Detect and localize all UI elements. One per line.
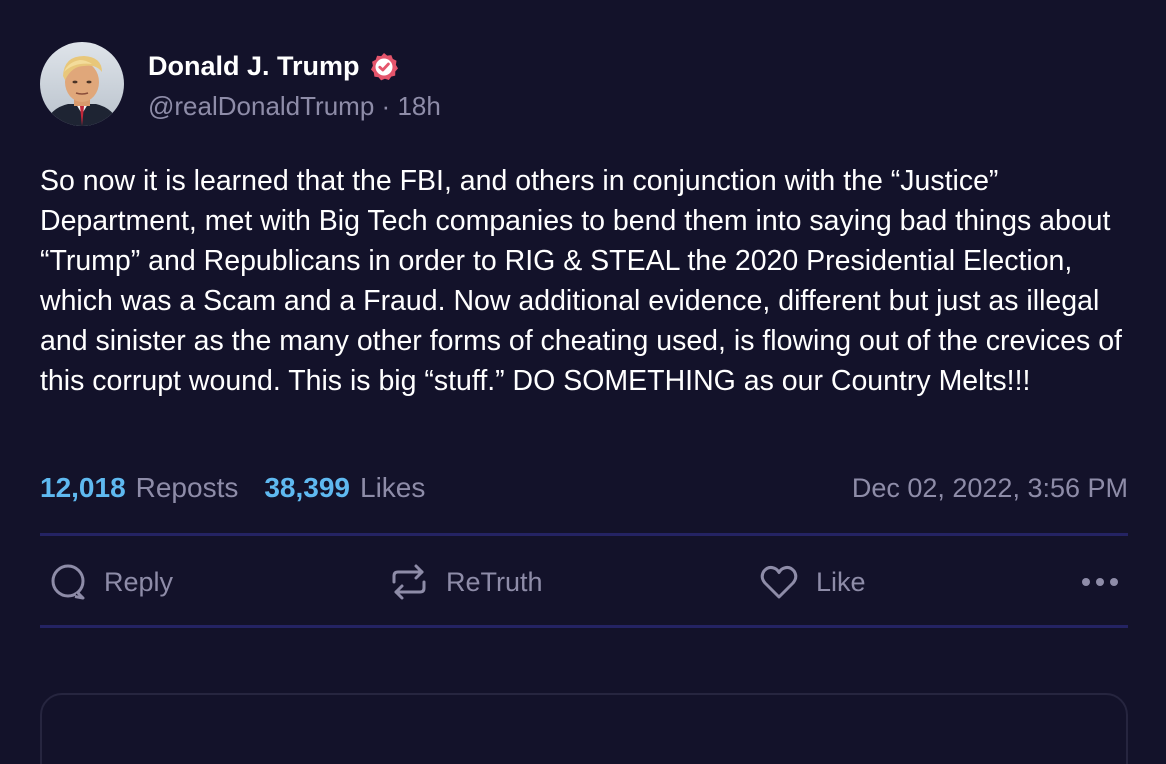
reply-button[interactable]: Reply (48, 556, 173, 608)
reposts-stat[interactable]: 12,018 Reposts (40, 472, 238, 504)
post-header: Donald J. Trump @realDonaldTrump · 18h (40, 42, 441, 126)
divider-bottom (40, 625, 1128, 628)
author-display-name[interactable]: Donald J. Trump (148, 51, 360, 82)
reply-label: Reply (104, 566, 174, 597)
likes-label: Likes (360, 472, 426, 503)
post-timestamp: Dec 02, 2022, 3:56 PM (851, 472, 1128, 503)
verified-badge-icon (368, 51, 400, 83)
like-label: Like (816, 566, 866, 597)
reposts-label: Reposts (135, 472, 239, 503)
like-button[interactable]: Like (758, 556, 866, 608)
retruth-label: ReTruth (446, 566, 543, 597)
author-info: Donald J. Trump @realDonaldTrump · 18h (148, 47, 441, 122)
author-meta: @realDonaldTrump · 18h (148, 91, 441, 122)
like-icon (760, 565, 798, 599)
likes-count: 38,399 (264, 472, 350, 503)
meta-separator: · (381, 90, 391, 121)
author-name-row: Donald J. Trump (148, 47, 441, 87)
reply-composer[interactable] (40, 693, 1128, 764)
more-icon (1082, 578, 1118, 586)
post-actions: Reply ReTruth Like (40, 556, 1128, 608)
post-stats: 12,018 Reposts 38,399 Likes Dec 02, 2022… (40, 468, 1128, 508)
likes-stat[interactable]: 38,399 Likes (264, 472, 425, 504)
divider-top (40, 533, 1128, 536)
reply-icon (51, 564, 85, 600)
author-avatar[interactable] (40, 42, 124, 126)
more-options-button[interactable] (1080, 556, 1124, 608)
reposts-count: 12,018 (40, 472, 126, 503)
truth-post: Donald J. Trump @realDonaldTrump · 18h S… (0, 0, 1166, 764)
post-age[interactable]: 18h (397, 91, 440, 121)
retruth-icon (392, 564, 426, 600)
author-handle[interactable]: @realDonaldTrump (148, 91, 374, 121)
post-body-text: So now it is learned that the FBI, and o… (40, 165, 1130, 397)
avatar-portrait-icon (40, 42, 124, 126)
retruth-button[interactable]: ReTruth (388, 556, 543, 608)
